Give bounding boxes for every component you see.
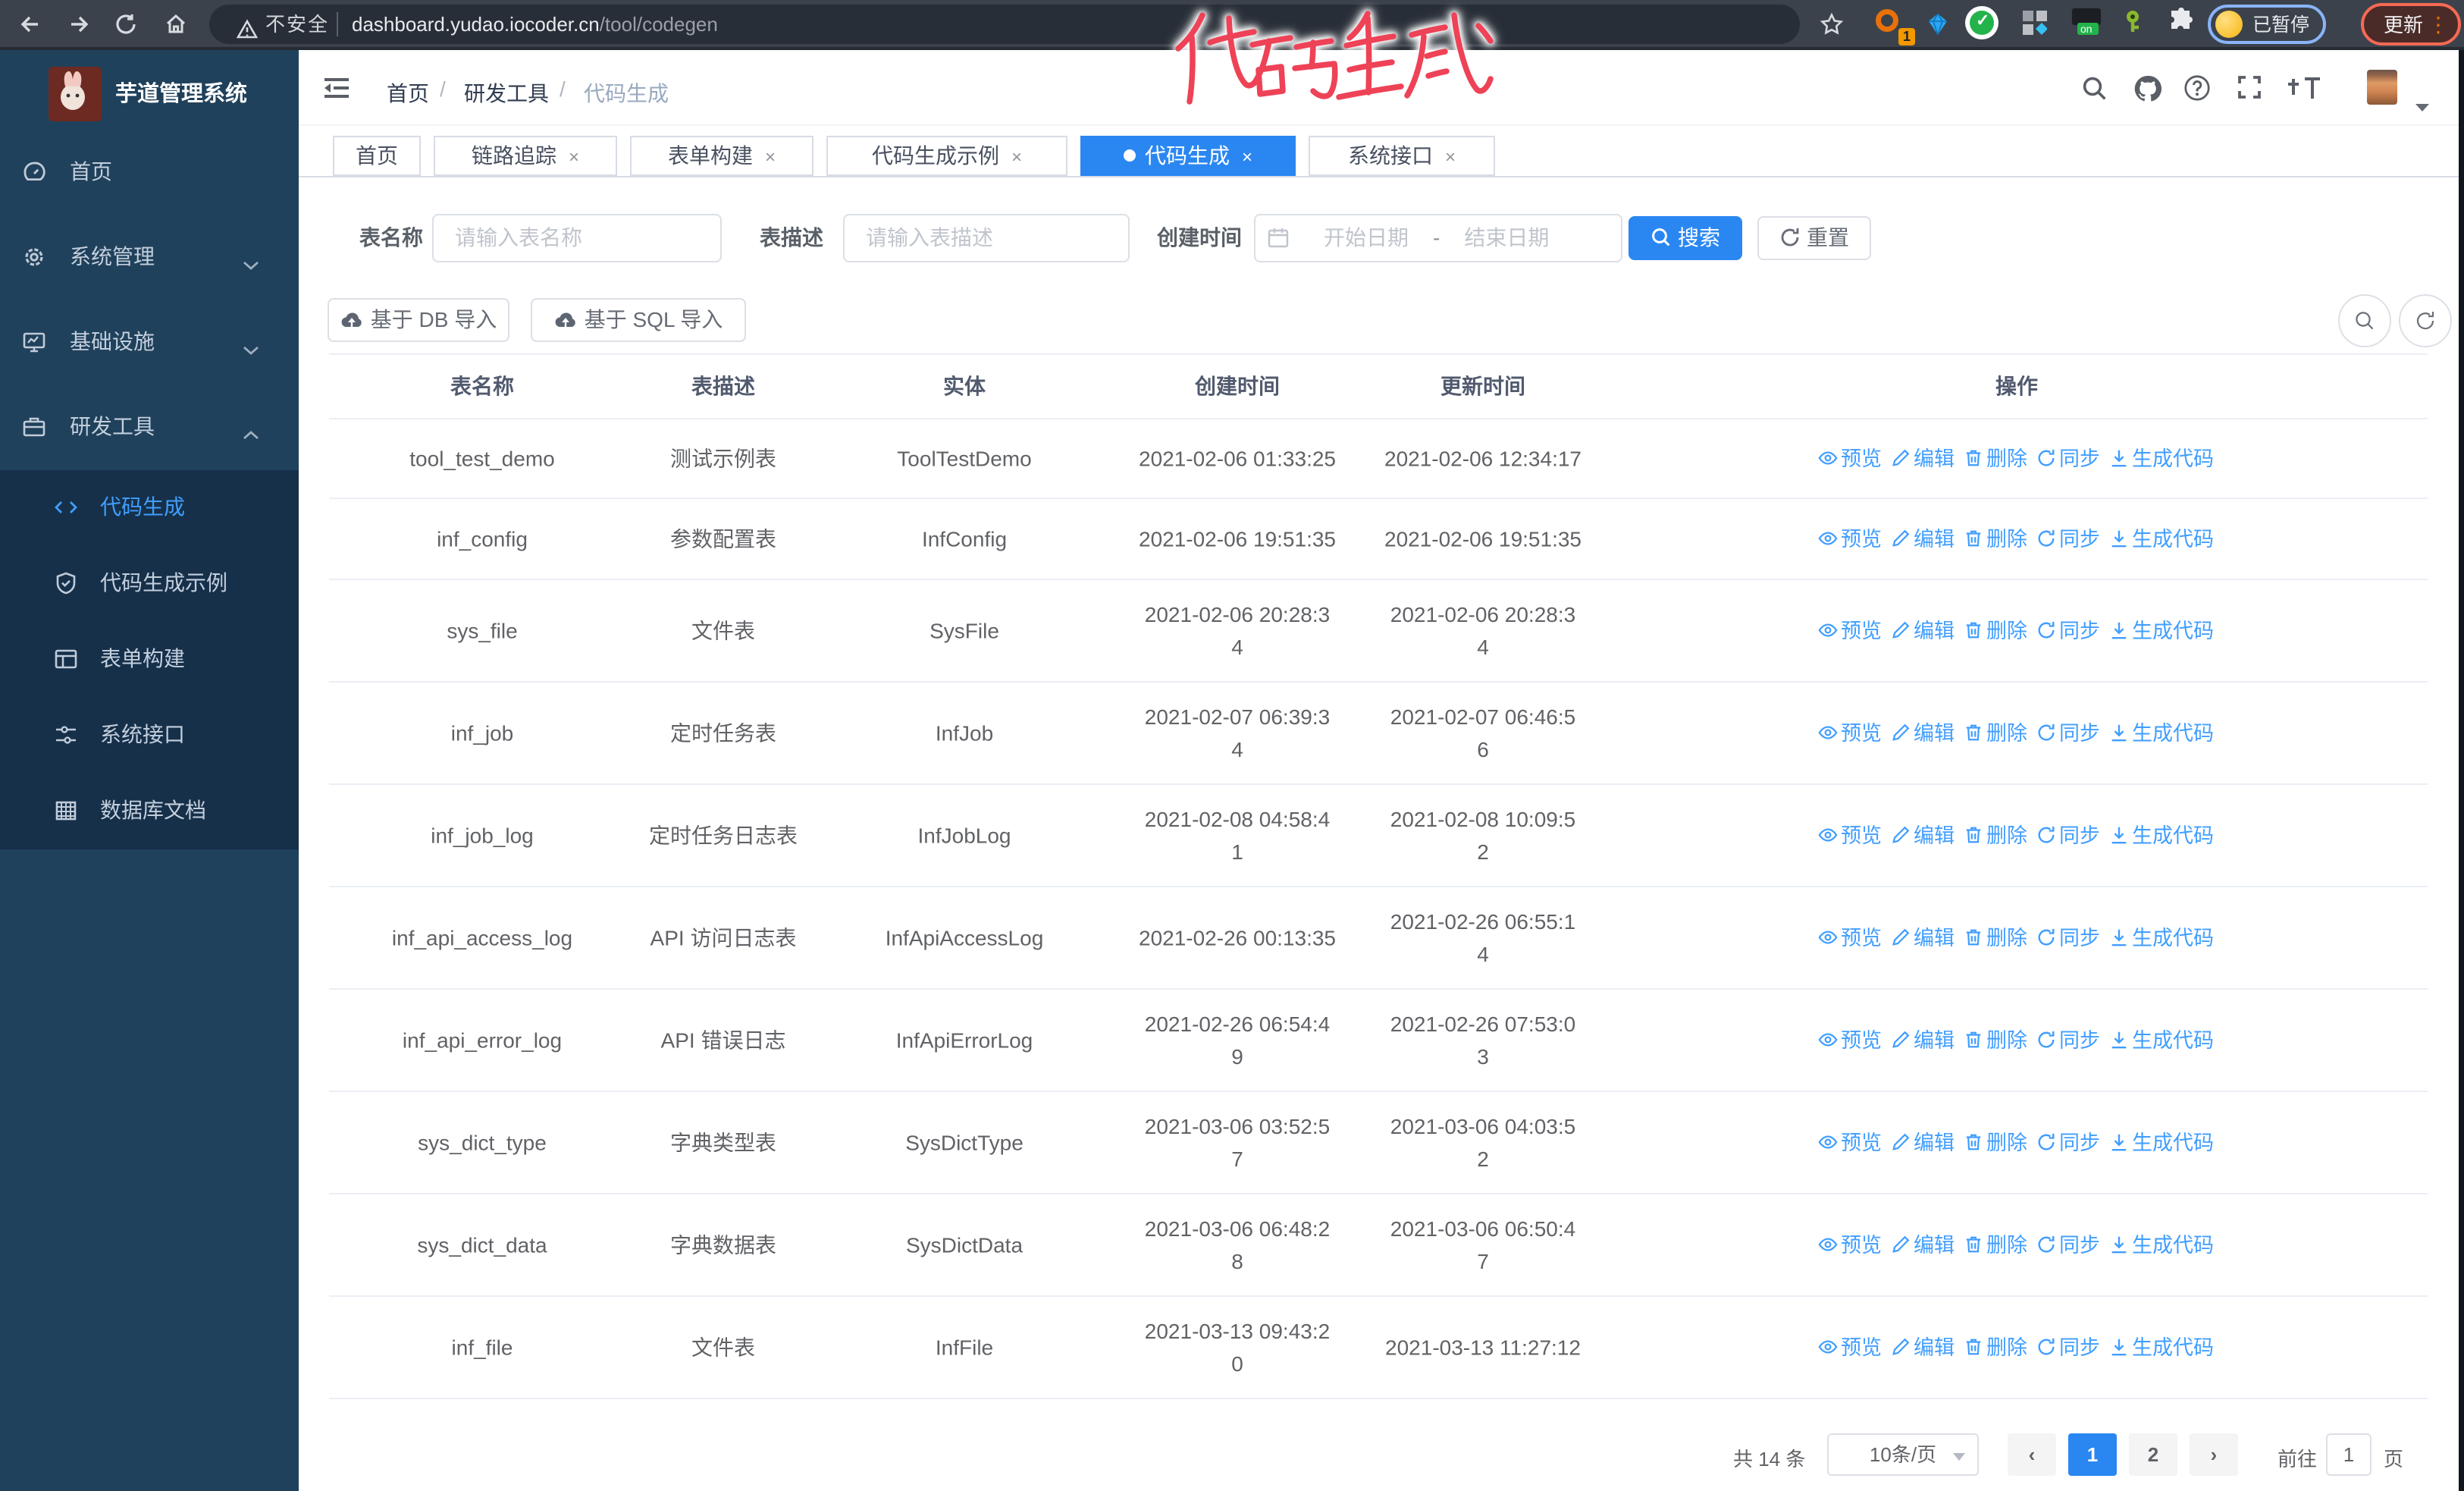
svg-text:on: on [2080, 23, 2093, 35]
